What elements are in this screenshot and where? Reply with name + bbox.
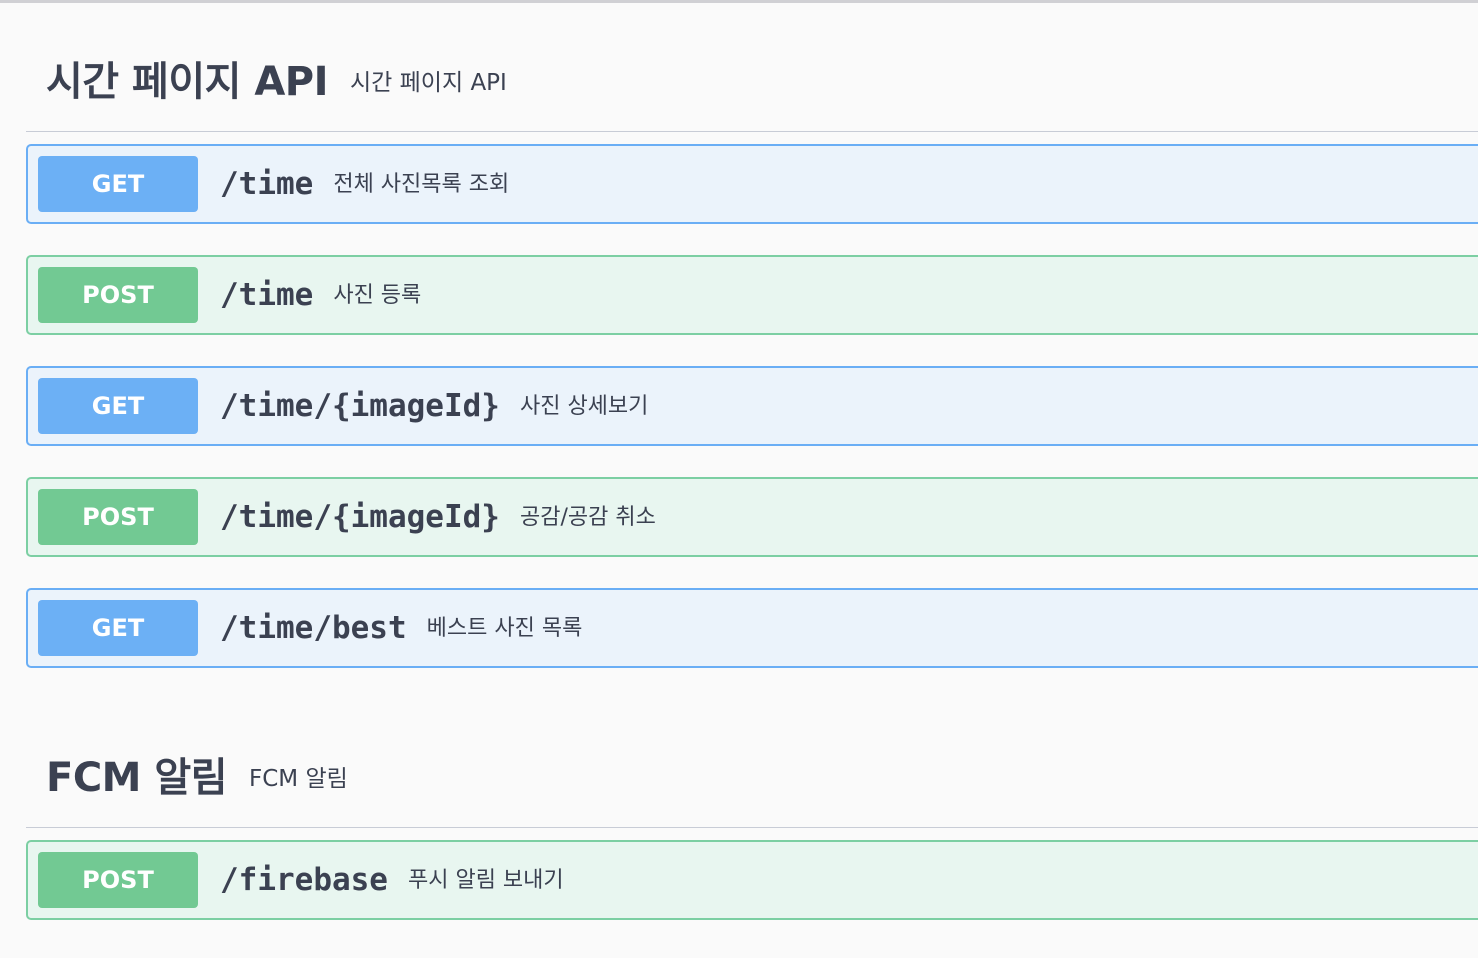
operation-path: /firebase [220, 862, 388, 898]
operation-path: /time/best [220, 610, 407, 646]
method-badge-post: POST [38, 852, 198, 908]
tag-header-fcm[interactable]: FCM 알림 FCM 알림 [26, 720, 1478, 828]
operation-get-time-best[interactable]: GET /time/best 베스트 사진 목록 [26, 588, 1478, 668]
operation-summary: 푸시 알림 보내기 [407, 868, 564, 893]
operation-summary: 사진 등록 [333, 283, 422, 308]
operation-summary: 베스트 사진 목록 [426, 616, 583, 641]
method-badge-post: POST [38, 267, 198, 323]
method-badge-get: GET [38, 378, 198, 434]
method-badge-get: GET [38, 156, 198, 212]
tag-description: FCM 알림 [249, 765, 348, 792]
method-badge-get: GET [38, 600, 198, 656]
operation-summary: 사진 상세보기 [519, 394, 649, 419]
tag-description: 시간 페이지 API [350, 69, 507, 96]
operation-get-time-imageid[interactable]: GET /time/{imageId} 사진 상세보기 [26, 366, 1478, 446]
operation-summary: 공감/공감 취소 [519, 505, 656, 530]
tag-header-time-page[interactable]: 시간 페이지 API 시간 페이지 API [26, 24, 1478, 132]
operation-post-firebase[interactable]: POST /firebase 푸시 알림 보내기 [26, 840, 1478, 920]
method-badge-post: POST [38, 489, 198, 545]
operation-path: /time/{imageId} [220, 388, 500, 424]
tag-title: 시간 페이지 API [46, 58, 329, 105]
operation-summary: 전체 사진목록 조회 [333, 172, 510, 197]
top-divider [0, 0, 1478, 3]
tag-title: FCM 알림 [46, 754, 228, 801]
operation-post-time-imageid[interactable]: POST /time/{imageId} 공감/공감 취소 [26, 477, 1478, 557]
operation-path: /time [220, 166, 314, 202]
swagger-page: 시간 페이지 API 시간 페이지 API GET /time 전체 사진목록 … [0, 0, 1478, 958]
operation-get-time[interactable]: GET /time 전체 사진목록 조회 [26, 144, 1478, 224]
operation-path: /time [220, 277, 314, 313]
operation-path: /time/{imageId} [220, 499, 500, 535]
operation-post-time[interactable]: POST /time 사진 등록 [26, 255, 1478, 335]
